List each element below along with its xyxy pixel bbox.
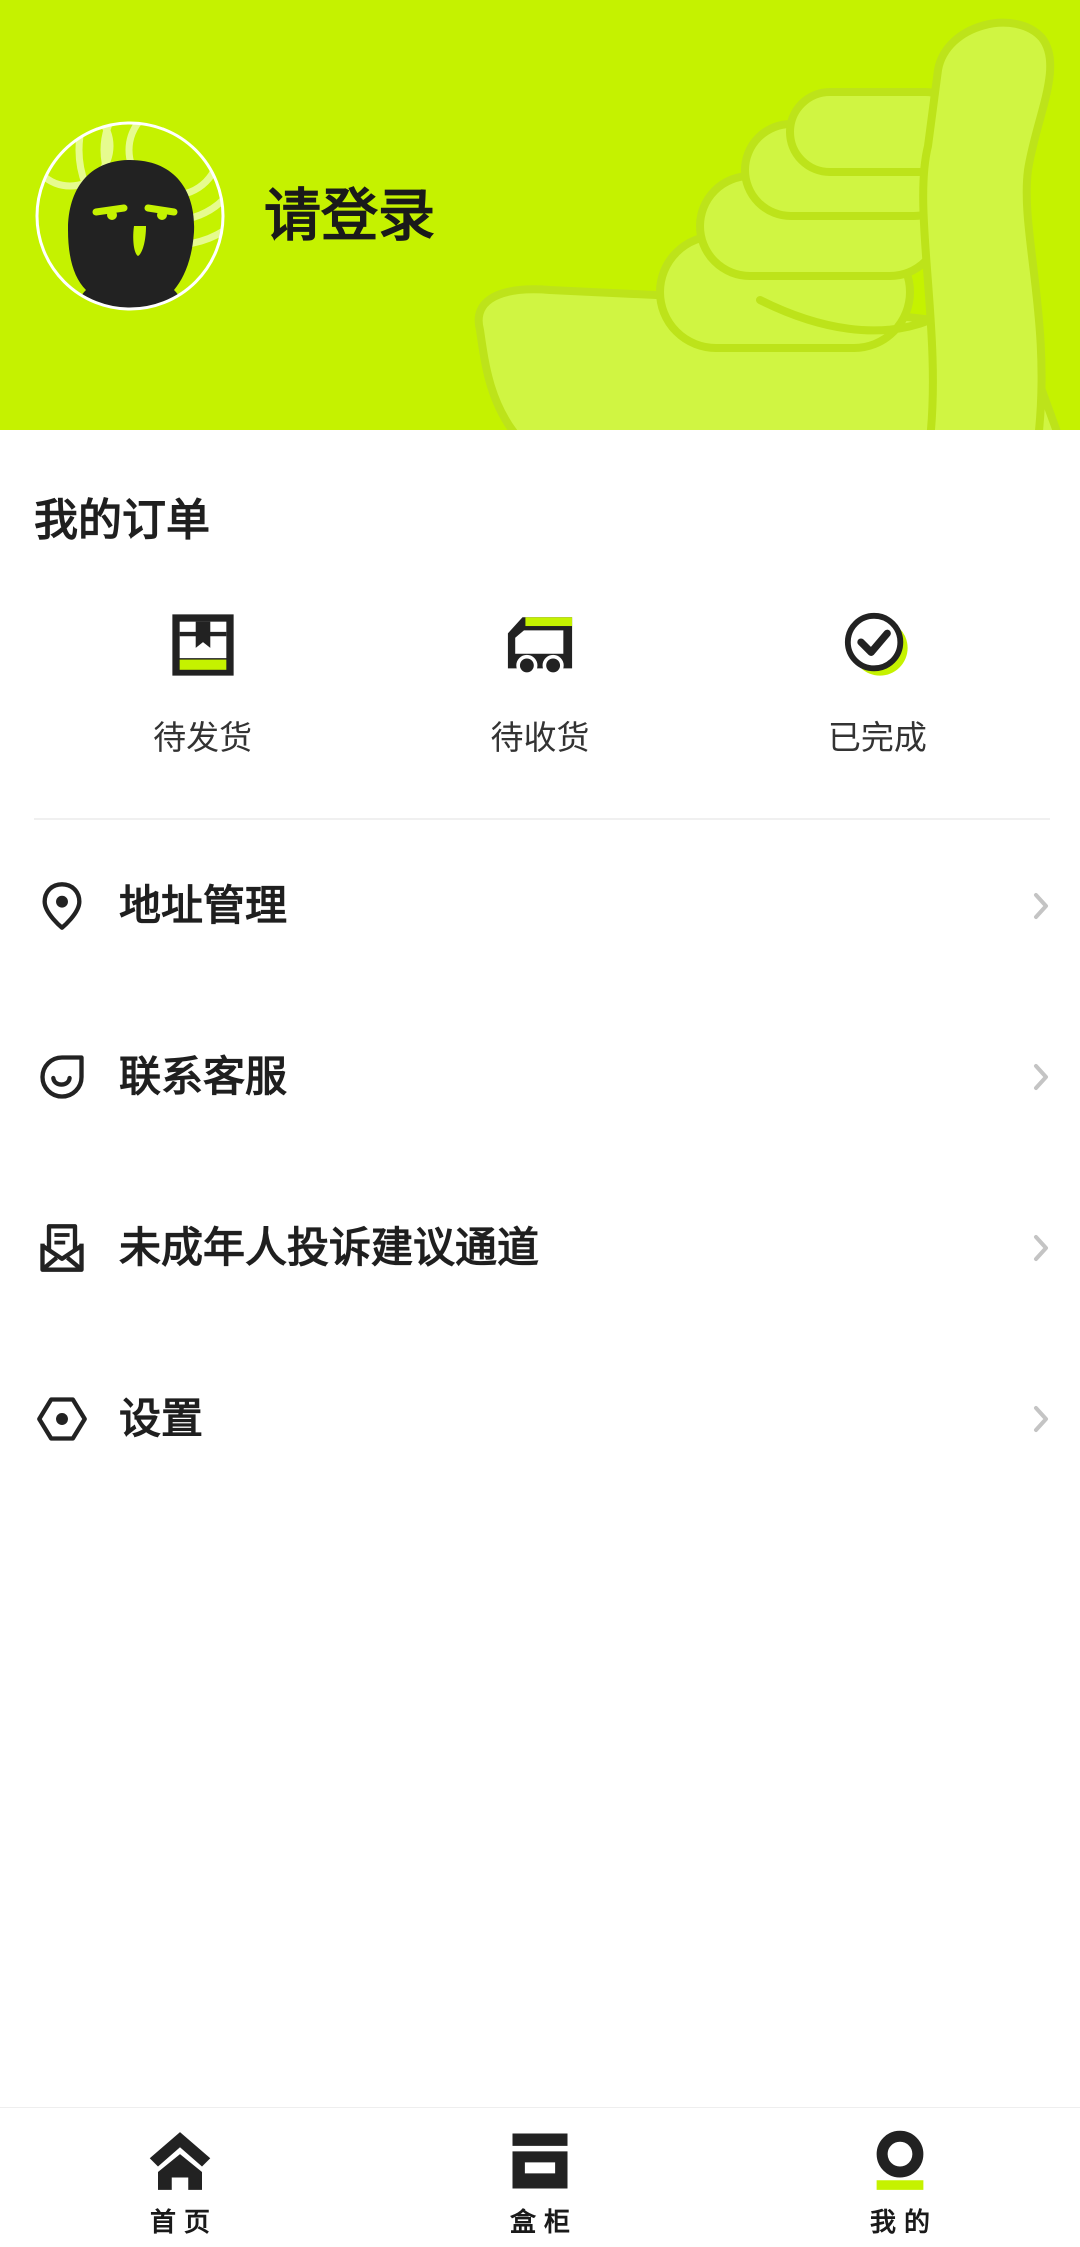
menu-item-label: 未成年人投诉建议通道 xyxy=(119,1223,540,1271)
bottom-tab-bar: 首页 盒柜 我的 xyxy=(0,2107,1080,2247)
check-circle-icon xyxy=(845,612,908,676)
profile-header: 请登录 xyxy=(0,0,1080,430)
box-icon xyxy=(172,614,234,676)
menu-item-label: 地址管理 xyxy=(119,881,288,929)
tab-cabinet[interactable]: 盒柜 xyxy=(360,2108,720,2247)
cabinet-icon xyxy=(512,2133,568,2189)
thumbs-up-hand-icon xyxy=(474,18,1061,430)
order-status-row: 待发货 待收货 已完成 xyxy=(34,610,1046,760)
settings-icon xyxy=(37,1396,87,1441)
order-pending-receipt[interactable]: 待收货 xyxy=(371,610,708,760)
menu-item-address[interactable]: 地址管理 xyxy=(0,820,1080,991)
menu-item-label: 联系客服 xyxy=(119,1052,288,1100)
order-label: 待发货 xyxy=(153,719,253,756)
active-indicator xyxy=(876,2180,924,2190)
chevron-right-icon xyxy=(1034,1405,1048,1432)
chevron-right-icon xyxy=(1034,892,1048,919)
customer-service-icon xyxy=(40,1054,84,1099)
menu-item-label: 设置 xyxy=(119,1394,204,1442)
location-pin-icon xyxy=(42,881,82,930)
truck-icon xyxy=(507,617,573,676)
avatar[interactable] xyxy=(34,120,226,312)
order-label: 待收货 xyxy=(490,719,590,756)
profile-icon xyxy=(876,2130,924,2190)
menu-item-customer-service[interactable]: 联系客服 xyxy=(0,991,1080,1162)
tab-profile[interactable]: 我的 xyxy=(720,2108,1080,2247)
tab-home[interactable]: 首页 xyxy=(0,2108,360,2247)
tab-label: 我的 xyxy=(869,2208,938,2238)
menu-item-minor-complaint[interactable]: 未成年人投诉建议通道 xyxy=(0,1162,1080,1333)
home-icon xyxy=(149,2132,211,2190)
login-prompt[interactable]: 请登录 xyxy=(264,184,435,248)
tab-label: 首页 xyxy=(149,2208,218,2238)
order-pending-shipment[interactable]: 待发货 xyxy=(34,610,371,760)
menu-item-settings[interactable]: 设置 xyxy=(0,1333,1080,1504)
chevron-right-icon xyxy=(1034,1063,1048,1090)
order-label: 已完成 xyxy=(827,719,927,756)
tab-label: 盒柜 xyxy=(509,2208,578,2238)
complaint-mail-icon xyxy=(40,1223,84,1272)
settings-menu: 地址管理 联系客服 未成年人投诉建议通道 设置 xyxy=(0,820,1080,1504)
chevron-right-icon xyxy=(1034,1234,1048,1261)
avatar-mascot-icon xyxy=(35,121,225,311)
order-completed[interactable]: 已完成 xyxy=(709,610,1046,760)
orders-title: 我的订单 xyxy=(34,496,210,545)
